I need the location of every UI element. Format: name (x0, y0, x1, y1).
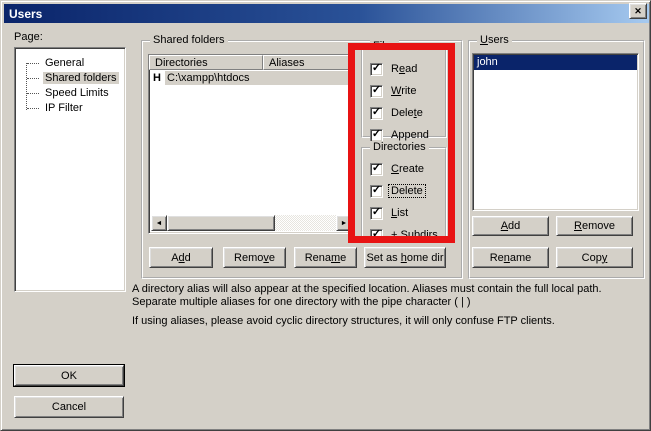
rename-user-button[interactable]: Rename (472, 247, 549, 268)
shared-folders-table: Directories Aliases H C:\xampp\htdocs ◄ … (148, 54, 355, 234)
ok-button[interactable]: OK (14, 365, 124, 386)
directories-permissions-group: Directories ✓ Create ✓ Delete ✓ List ✓ +… (361, 147, 447, 240)
checked-checkbox-icon: ✓ (370, 207, 383, 220)
alias-note: A directory alias will also appear at th… (132, 283, 649, 309)
checked-checkbox-icon: ✓ (370, 129, 383, 142)
title-bar[interactable]: Users (4, 4, 649, 23)
directories-group-label: Directories (370, 141, 429, 153)
page-item-shared-folders[interactable]: Shared folders (17, 71, 123, 86)
checked-checkbox-icon: ✓ (370, 163, 383, 176)
add-user-button[interactable]: Add (472, 216, 549, 236)
copy-user-button[interactable]: Copy (556, 247, 633, 268)
close-button[interactable]: ✕ (629, 3, 647, 19)
cancel-button[interactable]: Cancel (14, 396, 124, 418)
scrollbar-thumb[interactable] (167, 215, 275, 231)
checkbox-write[interactable]: ✓ Write (370, 84, 418, 98)
set-as-home-dir-button[interactable]: Set as home dir (364, 247, 446, 268)
scroll-right-button[interactable]: ► (336, 215, 352, 231)
checked-checkbox-icon: ✓ (370, 229, 383, 242)
remove-user-button[interactable]: Remove (556, 216, 633, 236)
checkbox-list[interactable]: ✓ List (370, 206, 410, 220)
horizontal-scrollbar[interactable]: ◄ ► (151, 215, 352, 231)
user-list-item-john[interactable]: john (474, 55, 637, 70)
users-list: john (472, 53, 639, 211)
table-row[interactable]: H C:\xampp\htdocs (149, 70, 354, 85)
page-item-ip-filter[interactable]: IP Filter (17, 101, 123, 116)
checkbox-create[interactable]: ✓ Create (370, 162, 426, 176)
close-icon: ✕ (634, 7, 642, 16)
checkbox-subdirs[interactable]: ✓ + Subdirs (370, 228, 440, 242)
scroll-right-icon: ► (341, 220, 348, 227)
rename-directory-button[interactable]: Rename (294, 247, 357, 268)
checkbox-delete-file[interactable]: ✓ Delete (370, 106, 425, 120)
files-group-label: Files (370, 40, 399, 52)
notes: A directory alias will also appear at th… (132, 283, 649, 334)
checkbox-delete-dir[interactable]: ✓ Delete (370, 184, 425, 198)
users-group-label: Users (477, 34, 512, 46)
page-label: Page: (14, 31, 43, 43)
shared-folders-group-label: Shared folders (150, 34, 228, 46)
checked-checkbox-icon: ✓ (370, 107, 383, 120)
checkbox-read[interactable]: ✓ Read (370, 62, 419, 76)
directory-cell: C:\xampp\htdocs (165, 71, 354, 85)
home-flag: H (149, 72, 165, 84)
page-item-general[interactable]: General (17, 56, 123, 71)
column-header-aliases[interactable]: Aliases (263, 55, 354, 70)
page-list: General Shared folders Speed Limits IP F… (14, 47, 126, 292)
window-title: Users (4, 7, 42, 21)
files-permissions-group: Files ✓ Read ✓ Write ✓ Delete ✓ Append (361, 46, 447, 138)
add-directory-button[interactable]: Add (149, 247, 213, 268)
page-item-speed-limits[interactable]: Speed Limits (17, 86, 123, 101)
column-header-directories[interactable]: Directories (149, 55, 263, 70)
checkbox-append[interactable]: ✓ Append (370, 128, 431, 142)
cyclic-note: If using aliases, please avoid cyclic di… (132, 315, 649, 328)
checked-checkbox-icon: ✓ (370, 63, 383, 76)
scroll-left-icon: ◄ (156, 220, 163, 227)
remove-directory-button[interactable]: Remove (223, 247, 286, 268)
table-header: Directories Aliases (149, 55, 354, 70)
scroll-left-button[interactable]: ◄ (151, 215, 167, 231)
checked-checkbox-icon: ✓ (370, 85, 383, 98)
checked-checkbox-icon: ✓ (370, 185, 383, 198)
users-dialog: Users ✕ Page: General Shared folders Spe… (0, 0, 651, 431)
